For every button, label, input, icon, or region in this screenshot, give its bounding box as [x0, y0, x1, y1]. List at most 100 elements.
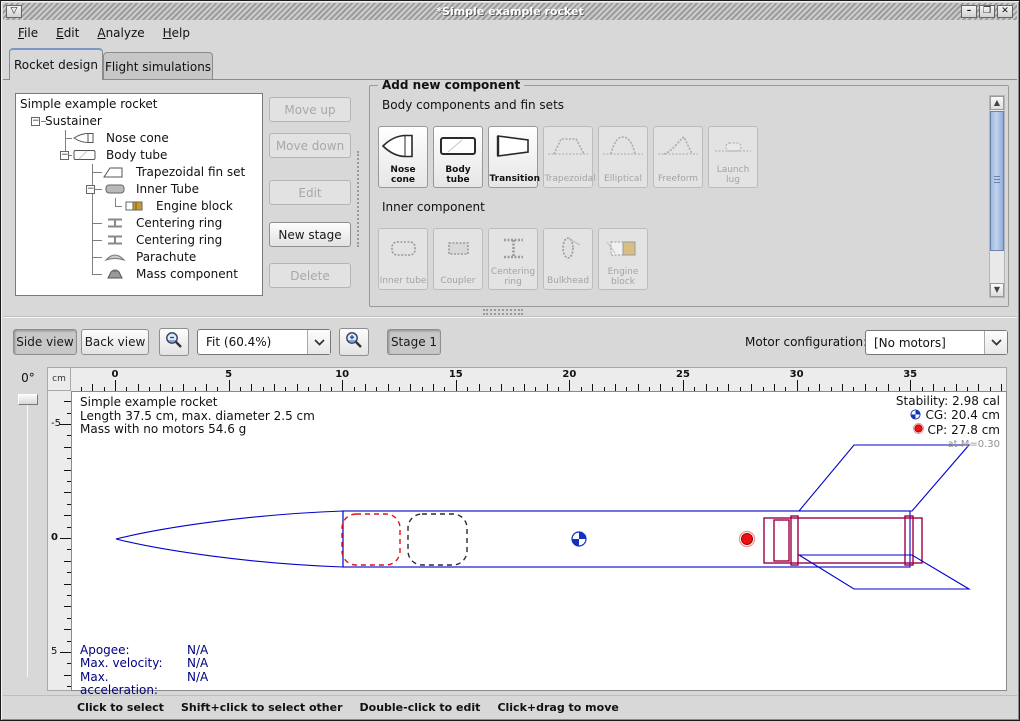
coupler-icon	[436, 229, 480, 267]
component-tree[interactable]: Simple example rocket−SustainerNose cone…	[15, 93, 263, 296]
nosecone-icon	[381, 127, 425, 165]
ruler-tick	[910, 380, 911, 391]
collapse-icon[interactable]: −	[31, 117, 40, 126]
ruler-tick	[888, 384, 889, 391]
tree-item-body-tube[interactable]: − Body tube	[16, 147, 262, 164]
tree-item-mass-component[interactable]: Mass component	[16, 266, 262, 283]
ruler-tick	[64, 675, 71, 676]
window-menu-icon[interactable]: ▽	[6, 5, 22, 18]
collapse-icon[interactable]: −	[60, 151, 69, 160]
tab-rocket-design[interactable]: Rocket design	[9, 48, 103, 80]
zoom-level-value: Fit (60.4%)	[198, 335, 271, 349]
rotation-slider[interactable]	[18, 394, 38, 405]
ruler-unit-label: cm	[47, 367, 71, 391]
elliptical-icon	[601, 127, 645, 165]
tab-flight-simulations[interactable]: Flight simulations	[103, 52, 213, 80]
tree-item-label: Sustainer	[45, 114, 102, 128]
section-label: Inner component	[382, 200, 485, 214]
motor-configuration-label: Motor configuration:	[745, 335, 867, 349]
zoom-level-select[interactable]: Fit (60.4%)	[197, 329, 331, 355]
tree-item-engine-block[interactable]: Engine block	[16, 198, 262, 215]
scrollbar-thumb[interactable]	[990, 111, 1004, 251]
tree-item-inner-tube[interactable]: − Inner Tube	[16, 181, 262, 198]
engine-block-shape[interactable]	[774, 520, 789, 561]
stage-1-toggle[interactable]: Stage 1	[387, 329, 441, 355]
tree-connector	[92, 172, 102, 173]
menu-file[interactable]: File	[9, 23, 47, 43]
add-launch-lug-button: Launch lug	[708, 126, 758, 188]
flight-data-value: N/A	[187, 657, 208, 670]
masscomponent-icon	[102, 267, 128, 284]
tree-item-label: Inner Tube	[136, 182, 199, 196]
finset-icon	[102, 165, 128, 182]
collapse-icon[interactable]: −	[86, 185, 95, 194]
minimize-button[interactable]: –	[961, 5, 977, 18]
tree-item-nose-cone[interactable]: Nose cone	[16, 130, 262, 147]
body-tube-shape[interactable]	[343, 511, 910, 567]
add-body-tube-button[interactable]: Body tube	[433, 126, 483, 188]
mass-component-shape[interactable]	[408, 514, 467, 565]
scroll-down-icon[interactable]: ▼	[990, 283, 1004, 297]
maximize-button[interactable]: ❒	[979, 5, 995, 18]
ruler-tick	[933, 384, 934, 391]
bulkhead-icon	[546, 229, 590, 267]
fin-top-shape[interactable]	[799, 445, 969, 511]
titlebar[interactable]: ▽ *Simple example rocket – ❒ ✕	[3, 3, 1017, 20]
cg-marker	[572, 532, 586, 546]
move-down-button: Move down	[269, 133, 351, 158]
back-view-button[interactable]: Back view	[81, 329, 149, 355]
ruler-label: 30	[790, 369, 804, 380]
chevron-down-icon	[307, 330, 330, 354]
add-nose-cone-button[interactable]: Nose cone	[378, 126, 428, 188]
ruler-tick	[183, 384, 184, 391]
component-scrollbar[interactable]: ▲ ▼	[989, 95, 1005, 298]
menu-analyze[interactable]: Analyze	[88, 23, 153, 43]
engineblock-icon	[122, 199, 148, 216]
tree-item-simple-example-rocket[interactable]: Simple example rocket	[16, 96, 262, 113]
bodytube-icon	[72, 148, 98, 165]
component-button-label: Nose cone	[380, 165, 427, 185]
fin-bottom-shape[interactable]	[799, 555, 969, 589]
add-bulkhead-button: Bulkhead	[543, 228, 593, 290]
tree-item-trapezoidal-fin-set[interactable]: Trapezoidal fin set	[16, 164, 262, 181]
new-stage-button[interactable]: New stage	[269, 222, 351, 247]
horizontal-split-handle[interactable]	[483, 309, 523, 315]
ruler-tick	[592, 384, 593, 391]
section-label: Body components and fin sets	[382, 98, 564, 112]
rotation-slider-track[interactable]	[27, 405, 28, 677]
centering-ring-shape-front[interactable]	[791, 516, 798, 565]
side-view-button[interactable]: Side view	[13, 329, 77, 355]
nose-cone-shape[interactable]	[116, 511, 343, 567]
zoom-out-button[interactable]	[159, 328, 189, 356]
scroll-up-icon[interactable]: ▲	[990, 96, 1004, 110]
trapezoidal-icon	[546, 127, 590, 165]
ruler-tick	[297, 384, 298, 391]
bodytube-icon	[436, 127, 480, 165]
motor-configuration-value: [No motors]	[866, 336, 946, 350]
parachute-shape[interactable]	[342, 514, 400, 565]
add-trapezoidal-button: Trapezoidal	[543, 126, 593, 188]
zoom-in-button[interactable]	[339, 328, 369, 356]
inner-tube-shape[interactable]	[764, 518, 922, 563]
status-hint: Click to select	[77, 701, 164, 714]
close-button[interactable]: ✕	[997, 5, 1013, 18]
ruler-tick	[92, 384, 93, 391]
tree-item-centering-ring[interactable]: Centering ring	[16, 232, 262, 249]
ruler-tick	[64, 447, 71, 448]
tree-item-sustainer[interactable]: −Sustainer	[16, 113, 262, 130]
add-transition-button[interactable]: Transition	[488, 126, 538, 188]
tree-item-label: Body tube	[106, 148, 167, 162]
rocket-canvas[interactable]: Simple example rocketLength 37.5 cm, max…	[71, 391, 1007, 691]
menu-help[interactable]: Help	[154, 23, 199, 43]
rocket-info-line: Length 37.5 cm, max. diameter 2.5 cm	[80, 410, 315, 424]
vertical-split-handle[interactable]	[357, 151, 359, 247]
magnifier-icon	[164, 330, 184, 354]
ruler-tick	[410, 384, 411, 391]
flight-data: Apogee:N/AMax. velocity:N/AMax. accelera…	[80, 644, 208, 698]
motor-configuration-select[interactable]: [No motors]	[865, 330, 1008, 355]
centering-ring-shape-rear[interactable]	[905, 516, 913, 565]
tree-item-centering-ring[interactable]: Centering ring	[16, 215, 262, 232]
menu-edit[interactable]: Edit	[47, 23, 88, 43]
ruler-tick	[660, 384, 661, 391]
tree-item-parachute[interactable]: Parachute	[16, 249, 262, 266]
